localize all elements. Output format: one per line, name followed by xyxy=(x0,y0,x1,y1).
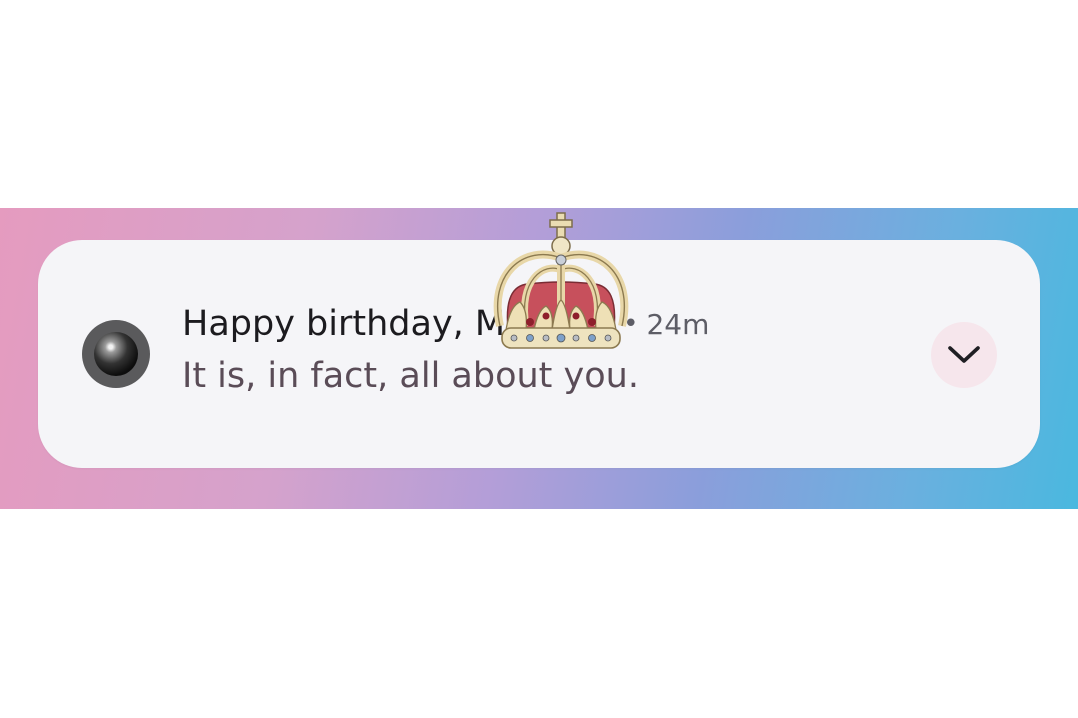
app-icon xyxy=(82,320,150,388)
notification-body: It is, in fact, all about you. xyxy=(182,356,639,396)
chevron-down-icon xyxy=(948,346,980,363)
expand-button[interactable] xyxy=(931,322,997,388)
dark-ball-icon xyxy=(94,332,138,376)
notification-title: Happy birthday, M xyxy=(182,304,506,344)
crown-icon xyxy=(493,212,629,349)
notification-time: 24m xyxy=(646,307,710,341)
